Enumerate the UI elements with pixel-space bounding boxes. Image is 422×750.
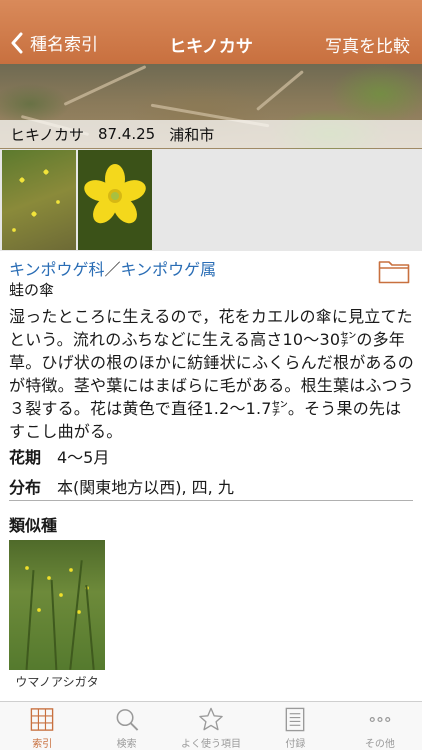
back-button[interactable]: 種名索引	[10, 30, 98, 55]
photo-caption: ヒキノカサ 87.4.25 浦和市	[0, 120, 422, 148]
taxonomy-separator: ／	[104, 260, 121, 279]
search-icon	[116, 709, 138, 731]
kanji-name: 蛙の傘	[9, 281, 55, 299]
compare-photos-button[interactable]: 写真を比較	[325, 32, 410, 57]
tab-index-label: 索引	[32, 739, 53, 750]
caption-name: ヒキノカサ	[10, 125, 84, 144]
folder-icon[interactable]	[378, 258, 410, 284]
similar-species-image[interactable]	[9, 540, 105, 670]
tab-favorites-label: よく使う項目	[181, 739, 242, 750]
tab-more[interactable]: その他	[338, 702, 422, 750]
similar-species-heading: 類似種	[9, 516, 58, 535]
caption-place: 浦和市	[169, 125, 215, 144]
distribution-row: 分布 本(関東地方以西), 四, 九	[9, 474, 234, 498]
tab-index[interactable]: 索引	[0, 702, 84, 750]
flowering-value: 4～5月	[57, 448, 110, 467]
flower-closeup-image	[78, 150, 152, 250]
tab-appendix[interactable]: 付録	[253, 702, 337, 750]
taxonomy-line: キンポウゲ科／キンポウゲ属	[9, 256, 216, 280]
tab-favorites[interactable]: よく使う項目	[169, 702, 253, 750]
caption-date: 87.4.25	[97, 125, 156, 143]
grid-icon	[30, 708, 54, 731]
back-button-label: 種名索引	[30, 35, 98, 55]
distribution-value: 本(関東地方以西), 四, 九	[57, 478, 234, 497]
description-text: 湿ったところに生えるので，花をカエルの傘に見立てたという。流れのふちなどに生える…	[9, 307, 415, 441]
thumbnail-strip	[0, 149, 422, 251]
genus-link[interactable]: キンポウゲ属	[121, 260, 217, 279]
navigation-bar: 種名索引 ヒキノカサ 写真を比較	[0, 0, 422, 64]
tab-bar: 索引 検索 よく使う項目 付録 その他	[0, 701, 422, 750]
flowering-label: 花期	[9, 448, 42, 467]
tab-appendix-label: 付録	[285, 739, 306, 750]
more-icon	[369, 716, 391, 723]
similar-species-name[interactable]: ウマノアシガタ	[9, 673, 105, 690]
divider	[9, 500, 413, 501]
distribution-label: 分布	[9, 478, 42, 497]
family-link[interactable]: キンポウゲ科	[9, 260, 105, 279]
tab-more-label: その他	[364, 739, 395, 750]
tab-search[interactable]: 検索	[84, 702, 168, 750]
thumbnail-habitat[interactable]	[2, 150, 76, 250]
thumbnail-flower[interactable]	[78, 150, 152, 250]
document-icon	[286, 707, 305, 732]
flowering-row: 花期 4～5月	[9, 444, 109, 468]
star-icon	[199, 707, 223, 731]
tab-search-label: 検索	[116, 739, 137, 750]
chevron-left-icon	[11, 32, 23, 53]
